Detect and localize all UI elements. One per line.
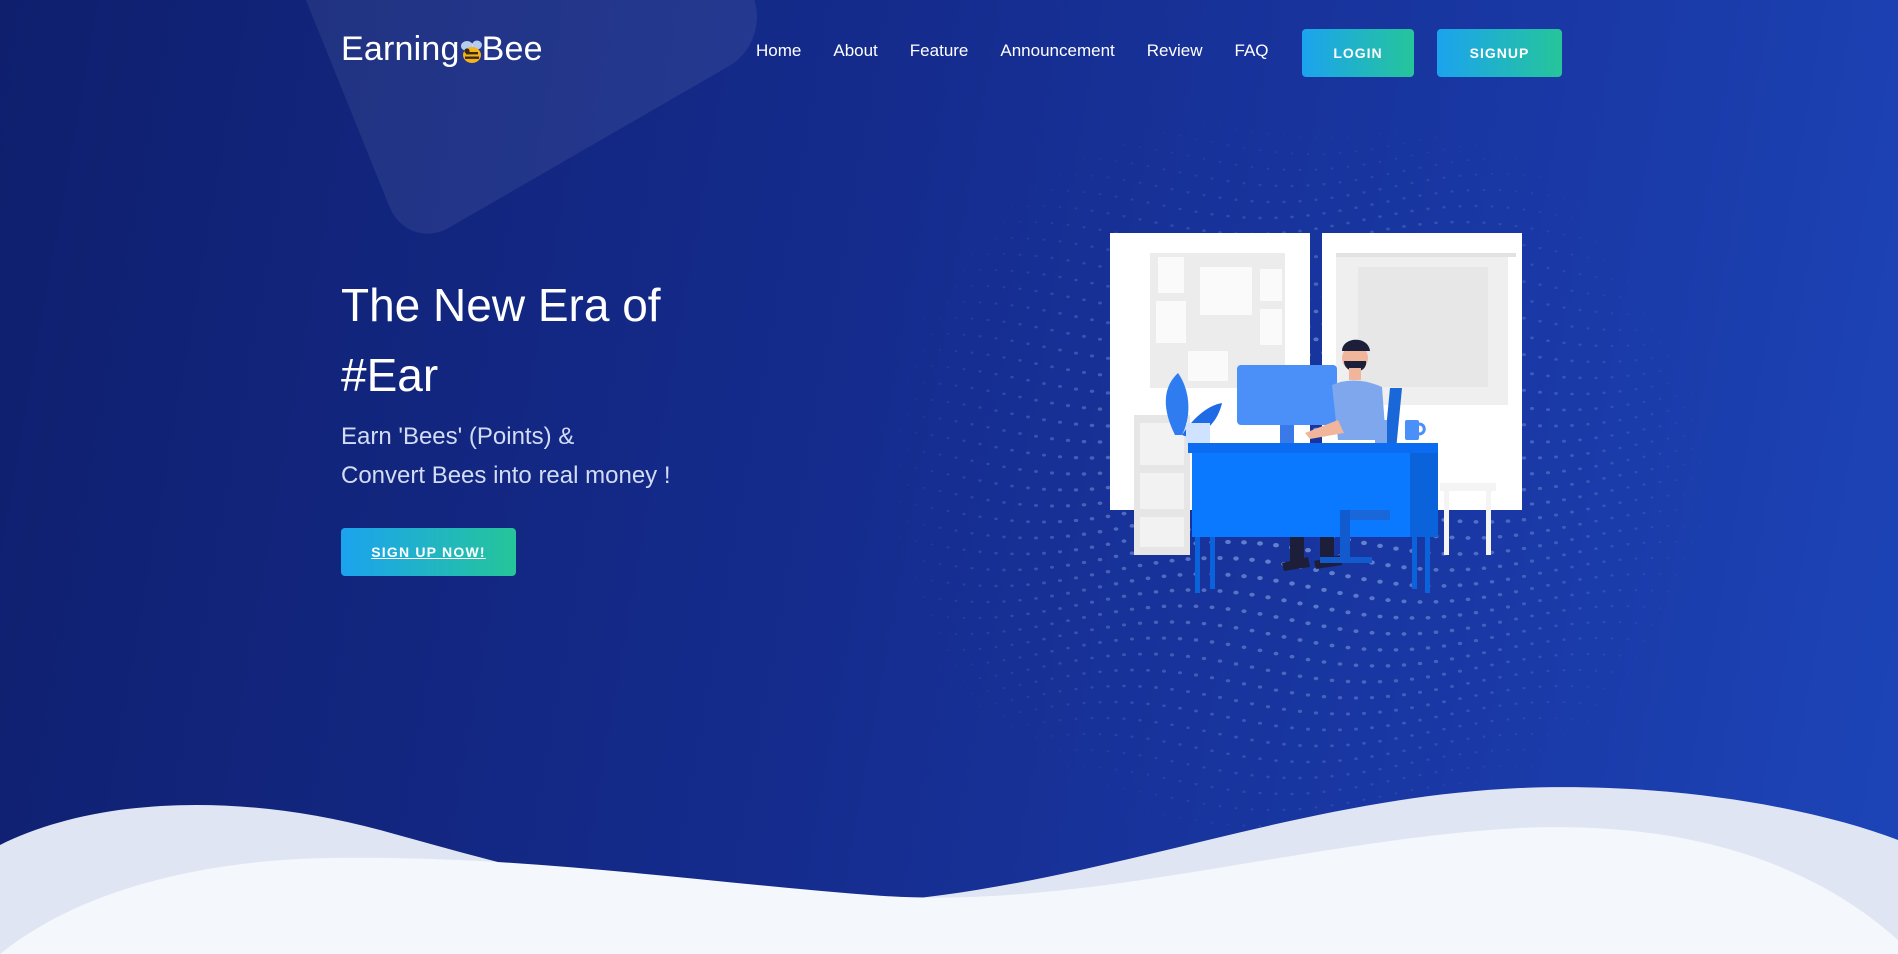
login-button[interactable]: LOGIN xyxy=(1302,29,1414,77)
main-nav: Home About Feature Announcement Review F… xyxy=(756,41,1301,61)
hero-title-line2: #Ear xyxy=(341,349,439,401)
hero-subtitle-line2: Convert Bees into real money ! xyxy=(341,462,671,489)
sign-up-now-button[interactable]: SIGN UP NOW! xyxy=(341,528,516,576)
bottom-wave-divider xyxy=(0,787,1898,954)
nav-link-feature[interactable]: Feature xyxy=(910,41,969,61)
nav-link-home[interactable]: Home xyxy=(756,41,801,61)
signup-button[interactable]: SIGNUP xyxy=(1437,29,1562,77)
nav-link-about[interactable]: About xyxy=(833,41,877,61)
nav-link-announcement[interactable]: Announcement xyxy=(1000,41,1114,61)
hero-subtitle-line1: Earn 'Bees' (Points) & xyxy=(341,423,575,450)
brand-name-part2: Bee xyxy=(481,30,543,68)
nav-link-review[interactable]: Review xyxy=(1147,41,1203,61)
hero-title-line1: The New Era of xyxy=(341,279,661,331)
hero-title: The New Era of #Ear xyxy=(341,270,661,410)
man-working-at-desk-illustration xyxy=(1110,233,1522,593)
top-navbar: Earning Bee Home About Feature Announcem… xyxy=(0,0,1898,105)
brand-logo[interactable]: Earning Bee xyxy=(341,30,543,69)
hero-subtitle: Earn 'Bees' (Points) & Convert Bees into… xyxy=(341,417,671,495)
bee-icon xyxy=(458,37,486,67)
brand-name-part1: Earning xyxy=(341,30,460,68)
nav-link-faq[interactable]: FAQ xyxy=(1235,41,1269,61)
